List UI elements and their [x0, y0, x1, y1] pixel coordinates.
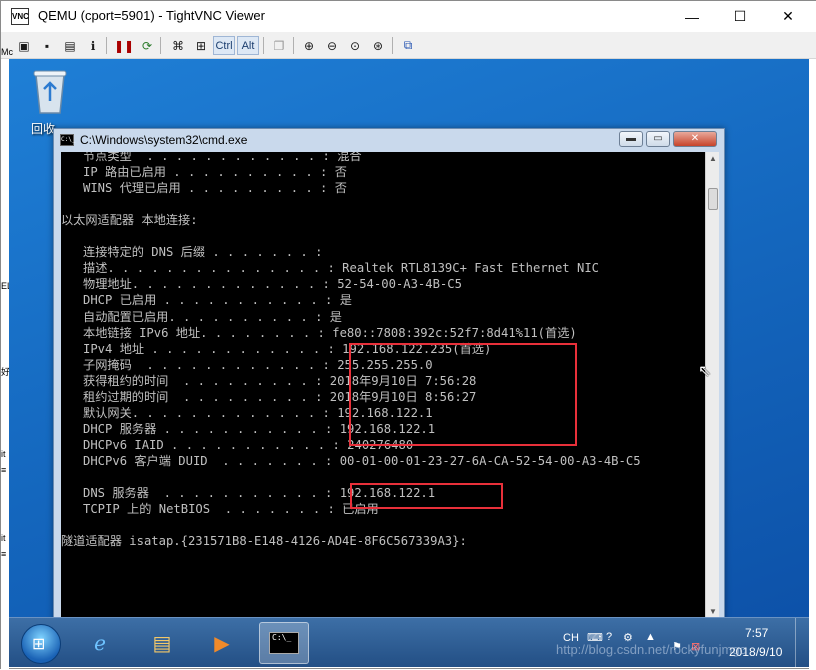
- windows-logo-icon: ⊞: [32, 636, 46, 653]
- ctrl-button[interactable]: Ctrl: [213, 36, 235, 55]
- highlight-box-dns: [350, 483, 503, 509]
- vnc-app-icon: VNC: [11, 8, 29, 25]
- cmd-scrollbar[interactable]: ▲ ▼: [705, 152, 719, 619]
- start-button[interactable]: ⊞: [21, 624, 61, 664]
- console-line: DHCPv6 客户端 DUID . . . . . . . : 00-01-00…: [61, 453, 641, 468]
- explorer-folder-icon[interactable]: ▤: [137, 622, 187, 664]
- console-line: DHCP 已启用 . . . . . . . . . . . : 是: [61, 293, 352, 308]
- console-line: 描述. . . . . . . . . . . . . . . : Realte…: [61, 261, 599, 276]
- cmd-titlebar[interactable]: C:\_ C:\Windows\system32\cmd.exe ▬ ▭ ✕: [54, 129, 724, 151]
- console-line: TCPIP 上的 NetBIOS . . . . . . . : 已启用: [61, 502, 379, 517]
- ie-icon[interactable]: ℯ: [75, 622, 125, 664]
- recycle-bin-label: 回收: [31, 122, 56, 136]
- show-desktop-button[interactable]: [795, 618, 809, 667]
- refresh-icon[interactable]: ⟳: [137, 36, 157, 55]
- edge-fragment: Mc: [1, 47, 13, 57]
- cmd-title: C:\Windows\system32\cmd.exe: [80, 133, 248, 147]
- options-icon[interactable]: ▤: [60, 36, 80, 55]
- vnc-titlebar[interactable]: VNC QEMU (cport=5901) - TightVNC Viewer …: [1, 1, 816, 32]
- edge-fragment: it: [1, 449, 6, 459]
- toolbar-separator: [263, 37, 264, 54]
- new-connection-icon[interactable]: ▣: [14, 36, 34, 55]
- edge-fragment: it: [1, 533, 6, 543]
- edge-fragment: ≡: [1, 549, 7, 559]
- zoom-out-icon[interactable]: ⊖: [322, 36, 342, 55]
- highlight-box-ipv4-dhcp: [349, 343, 577, 446]
- console-line: WINS 代理已启用 . . . . . . . . . : 否: [61, 181, 347, 196]
- mouse-cursor-icon: ⇖: [698, 363, 712, 380]
- console-line: IP 路由已启用 . . . . . . . . . . : 否: [61, 165, 347, 180]
- alt-button[interactable]: Alt: [237, 36, 259, 55]
- console-line: 隧道适配器 isatap.{231571B8-E148-4126-AD4E-8F…: [61, 534, 467, 549]
- win-key-icon[interactable]: ⊞: [191, 36, 211, 55]
- save-icon[interactable]: ▪: [37, 36, 57, 55]
- vnc-viewer-window: VNC QEMU (cport=5901) - TightVNC Viewer …: [0, 0, 816, 670]
- remote-desktop[interactable]: 回收 C:\_ C:\Windows\system32\cmd.exe ▬ ▭ …: [9, 59, 809, 667]
- zoom-100-icon[interactable]: ⊙: [345, 36, 365, 55]
- console-line: 物理地址. . . . . . . . . . . . . : 52-54-00…: [61, 277, 462, 292]
- edge-fragment: ≡: [1, 465, 7, 475]
- console-line: 自动配置已启用. . . . . . . . . . : 是: [61, 309, 342, 324]
- info-icon[interactable]: ℹ: [83, 36, 103, 55]
- toolbar-separator: [106, 37, 107, 54]
- clock-time[interactable]: 7:57: [745, 626, 768, 640]
- minimize-button[interactable]: —: [669, 1, 715, 32]
- toolbar-separator: [392, 37, 393, 54]
- cmd-thumb: C:\_: [269, 632, 299, 654]
- cmd-minimize-button[interactable]: ▬: [619, 131, 643, 147]
- ctrl-alt-del-icon[interactable]: ⌘: [168, 36, 188, 55]
- zoom-fit-icon[interactable]: ⊛: [368, 36, 388, 55]
- cmd-close-button[interactable]: ✕: [673, 131, 717, 147]
- console-line: 本地链接 IPv6 地址. . . . . . . . : fe80::7808…: [61, 325, 577, 340]
- full-screen-icon[interactable]: ❐: [269, 36, 289, 55]
- recycle-bin-icon[interactable]: [31, 67, 69, 115]
- left-edge-strip: Mc EL 好 it ≡ it ≡: [1, 47, 13, 670]
- console-line: 连接特定的 DNS 后缀 . . . . . . . :: [61, 245, 323, 260]
- cmd-taskbar-icon[interactable]: C:\_: [259, 622, 309, 664]
- cmd-maximize-button[interactable]: ▭: [646, 131, 670, 147]
- cmd-icon: C:\_: [60, 134, 75, 146]
- vnc-toolbar: ▣ ▪ ▤ ℹ ❚❚ ⟳ ⌘ ⊞ Ctrl Alt ❐ ⊕ ⊖ ⊙ ⊛ ⧉: [1, 32, 816, 59]
- window-title: QEMU (cport=5901) - TightVNC Viewer: [38, 8, 265, 23]
- pause-icon[interactable]: ❚❚: [114, 36, 134, 55]
- scroll-thumb[interactable]: [708, 188, 718, 210]
- console-line: 节点类型 . . . . . . . . . . . . : 混合: [61, 152, 362, 163]
- close-button[interactable]: ✕: [765, 1, 811, 32]
- toolbar-separator: [293, 37, 294, 54]
- right-edge-strip: [809, 59, 816, 670]
- maximize-button[interactable]: ☐: [717, 1, 763, 32]
- zoom-in-icon[interactable]: ⊕: [299, 36, 319, 55]
- media-player-icon[interactable]: ▶: [197, 622, 247, 664]
- toolbar-separator: [160, 37, 161, 54]
- console-line: 以太网适配器 本地连接:: [61, 213, 198, 228]
- watermark: http://blog.csdn.net/rockyfunjmgo: [556, 642, 747, 657]
- file-transfer-icon[interactable]: ⧉: [398, 36, 418, 55]
- scroll-up-icon[interactable]: ▲: [706, 152, 720, 166]
